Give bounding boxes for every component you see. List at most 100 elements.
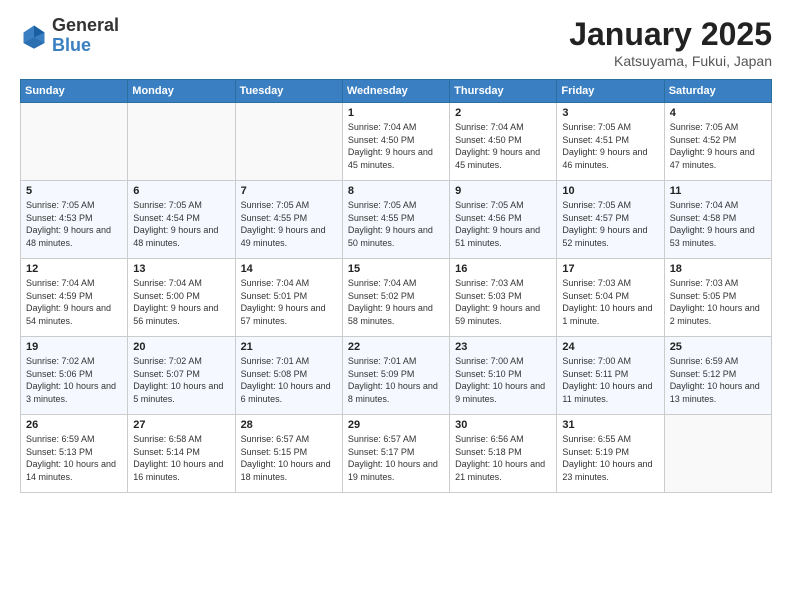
page: General Blue January 2025 Katsuyama, Fuk… [0,0,792,612]
day-info: Sunrise: 7:04 AM Sunset: 5:02 PM Dayligh… [348,277,444,327]
day-number: 1 [348,107,444,119]
calendar-cell [128,103,235,181]
day-number: 2 [455,107,551,119]
day-number: 18 [670,263,766,275]
calendar-cell [664,415,771,493]
day-info: Sunrise: 7:04 AM Sunset: 4:59 PM Dayligh… [26,277,122,327]
calendar-cell: 3Sunrise: 7:05 AM Sunset: 4:51 PM Daylig… [557,103,664,181]
day-info: Sunrise: 6:59 AM Sunset: 5:13 PM Dayligh… [26,433,122,483]
calendar-cell: 15Sunrise: 7:04 AM Sunset: 5:02 PM Dayli… [342,259,449,337]
day-info: Sunrise: 7:05 AM Sunset: 4:55 PM Dayligh… [241,199,337,249]
day-number: 19 [26,341,122,353]
calendar-cell: 2 Sunrise: 7:04 AM Sunset: 4:50 PM Daylig… [450,103,557,181]
calendar-cell: 7 Sunrise: 7:05 AM Sunset: 4:55 PM Daylig… [235,181,342,259]
day-info: Sunrise: 7:04 AM Sunset: 4:58 PM Dayligh… [670,199,766,249]
day-info: Sunrise: 7:05 AM Sunset: 4:52 PM Dayligh… [670,121,766,171]
calendar-cell: 8 Sunrise: 7:05 AM Sunset: 4:55 PM Daylig… [342,181,449,259]
col-thursday: Thursday [450,80,557,103]
calendar-cell: 26 Sunrise: 6:59 AM Sunset: 5:13 PM Dayli… [21,415,128,493]
day-number: 9 [455,185,551,197]
calendar-cell: 10 Sunrise: 7:05 AM Sunset: 4:57 PM Dayli… [557,181,664,259]
logo-blue-text: Blue [52,36,119,56]
day-info: Sunrise: 7:00 AM Sunset: 5:10 PM Dayligh… [455,355,551,405]
col-friday: Friday [557,80,664,103]
day-number: 24 [562,341,658,353]
day-info: Sunrise: 7:01 AM Sunset: 5:09 PM Dayligh… [348,355,444,405]
calendar-cell: 14 Sunrise: 7:04 AM Sunset: 5:01 PM Dayli… [235,259,342,337]
col-wednesday: Wednesday [342,80,449,103]
header: General Blue January 2025 Katsuyama, Fuk… [20,16,772,69]
calendar-cell: 24 Sunrise: 7:00 AM Sunset: 5:11 PM Dayli… [557,337,664,415]
calendar-week-3: 12Sunrise: 7:04 AM Sunset: 4:59 PM Dayli… [21,259,772,337]
day-number: 8 [348,185,444,197]
logo-general-text: General [52,16,119,36]
col-sunday: Sunday [21,80,128,103]
calendar-cell: 31Sunrise: 6:55 AM Sunset: 5:19 PM Dayli… [557,415,664,493]
day-number: 13 [133,263,229,275]
day-info: Sunrise: 7:00 AM Sunset: 5:11 PM Dayligh… [562,355,658,405]
calendar-table: Sunday Monday Tuesday Wednesday Thursday… [20,79,772,493]
day-info: Sunrise: 7:05 AM Sunset: 4:56 PM Dayligh… [455,199,551,249]
day-info: Sunrise: 7:03 AM Sunset: 5:03 PM Dayligh… [455,277,551,327]
calendar-cell: 18 Sunrise: 7:03 AM Sunset: 5:05 PM Dayli… [664,259,771,337]
calendar-cell: 20 Sunrise: 7:02 AM Sunset: 5:07 PM Dayli… [128,337,235,415]
calendar-cell: 23 Sunrise: 7:00 AM Sunset: 5:10 PM Dayli… [450,337,557,415]
calendar-header: Sunday Monday Tuesday Wednesday Thursday… [21,80,772,103]
header-row: Sunday Monday Tuesday Wednesday Thursday… [21,80,772,103]
calendar-week-2: 5Sunrise: 7:05 AM Sunset: 4:53 PM Daylig… [21,181,772,259]
calendar-cell: 25Sunrise: 6:59 AM Sunset: 5:12 PM Dayli… [664,337,771,415]
calendar-body: 1 Sunrise: 7:04 AM Sunset: 4:50 PM Daylig… [21,103,772,493]
calendar-cell: 16 Sunrise: 7:03 AM Sunset: 5:03 PM Dayli… [450,259,557,337]
calendar-cell [21,103,128,181]
day-number: 29 [348,419,444,431]
day-info: Sunrise: 7:01 AM Sunset: 5:08 PM Dayligh… [241,355,337,405]
day-number: 26 [26,419,122,431]
day-number: 4 [670,107,766,119]
title-block: January 2025 Katsuyama, Fukui, Japan [569,16,772,69]
day-info: Sunrise: 7:04 AM Sunset: 4:50 PM Dayligh… [455,121,551,171]
col-tuesday: Tuesday [235,80,342,103]
calendar-cell: 19 Sunrise: 7:02 AM Sunset: 5:06 PM Dayli… [21,337,128,415]
day-number: 11 [670,185,766,197]
day-number: 17 [562,263,658,275]
calendar-cell: 9 Sunrise: 7:05 AM Sunset: 4:56 PM Daylig… [450,181,557,259]
day-number: 7 [241,185,337,197]
calendar-cell: 11 Sunrise: 7:04 AM Sunset: 4:58 PM Dayli… [664,181,771,259]
day-number: 10 [562,185,658,197]
calendar-cell: 29 Sunrise: 6:57 AM Sunset: 5:17 PM Dayli… [342,415,449,493]
day-info: Sunrise: 7:04 AM Sunset: 5:01 PM Dayligh… [241,277,337,327]
day-info: Sunrise: 7:05 AM Sunset: 4:51 PM Dayligh… [562,121,658,171]
day-info: Sunrise: 7:05 AM Sunset: 4:57 PM Dayligh… [562,199,658,249]
day-number: 14 [241,263,337,275]
col-saturday: Saturday [664,80,771,103]
logo-icon [20,22,48,50]
day-info: Sunrise: 6:57 AM Sunset: 5:17 PM Dayligh… [348,433,444,483]
day-number: 27 [133,419,229,431]
day-number: 6 [133,185,229,197]
calendar-cell: 27Sunrise: 6:58 AM Sunset: 5:14 PM Dayli… [128,415,235,493]
day-number: 31 [562,419,658,431]
col-monday: Monday [128,80,235,103]
calendar-cell: 12Sunrise: 7:04 AM Sunset: 4:59 PM Dayli… [21,259,128,337]
day-info: Sunrise: 7:02 AM Sunset: 5:06 PM Dayligh… [26,355,122,405]
page-subtitle: Katsuyama, Fukui, Japan [569,53,772,69]
day-number: 20 [133,341,229,353]
day-info: Sunrise: 7:02 AM Sunset: 5:07 PM Dayligh… [133,355,229,405]
logo: General Blue [20,16,119,56]
day-info: Sunrise: 6:56 AM Sunset: 5:18 PM Dayligh… [455,433,551,483]
day-number: 16 [455,263,551,275]
calendar-week-5: 26 Sunrise: 6:59 AM Sunset: 5:13 PM Dayli… [21,415,772,493]
day-info: Sunrise: 7:05 AM Sunset: 4:54 PM Dayligh… [133,199,229,249]
day-info: Sunrise: 7:04 AM Sunset: 4:50 PM Dayligh… [348,121,444,171]
day-info: Sunrise: 7:05 AM Sunset: 4:55 PM Dayligh… [348,199,444,249]
calendar-cell: 4 Sunrise: 7:05 AM Sunset: 4:52 PM Daylig… [664,103,771,181]
day-number: 25 [670,341,766,353]
calendar-cell: 21Sunrise: 7:01 AM Sunset: 5:08 PM Dayli… [235,337,342,415]
day-number: 30 [455,419,551,431]
day-info: Sunrise: 7:03 AM Sunset: 5:05 PM Dayligh… [670,277,766,327]
calendar-cell: 30 Sunrise: 6:56 AM Sunset: 5:18 PM Dayli… [450,415,557,493]
day-info: Sunrise: 6:57 AM Sunset: 5:15 PM Dayligh… [241,433,337,483]
calendar-week-1: 1 Sunrise: 7:04 AM Sunset: 4:50 PM Daylig… [21,103,772,181]
calendar-cell: 17Sunrise: 7:03 AM Sunset: 5:04 PM Dayli… [557,259,664,337]
day-number: 23 [455,341,551,353]
